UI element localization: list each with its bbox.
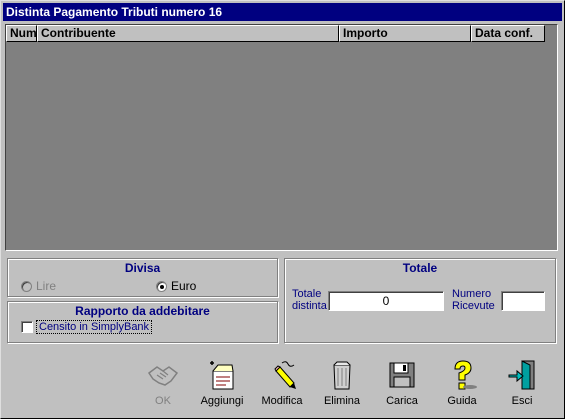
numero-ricevute-label: Numero Ricevute [452, 288, 495, 312]
rapporto-group: Rapporto da addebitare Censito in Simply… [7, 301, 278, 343]
numero-ricevute-label-line1: Numero [452, 288, 492, 300]
grid-header: Num Contribuente Importo Data conf. [6, 25, 545, 42]
ok-button-label: OK [155, 395, 171, 407]
radio-euro-label: Euro [171, 279, 197, 293]
carica-button[interactable]: Carica [375, 357, 429, 413]
carica-button-label: Carica [386, 395, 418, 407]
numero-ricevute-label-line2: Ricevute [452, 300, 495, 312]
handshake-icon [147, 366, 179, 386]
payments-grid[interactable]: Num Contribuente Importo Data conf. [5, 24, 558, 251]
exit-door-icon [508, 360, 535, 390]
main-window: Distinta Pagamento Tributi numero 16 Num… [0, 0, 565, 419]
column-header-data-conf[interactable]: Data conf. [471, 25, 545, 42]
totale-title: Totale [402, 261, 438, 275]
modifica-button-label: Modifica [261, 395, 303, 407]
title-bar: Distinta Pagamento Tributi numero 16 [3, 3, 562, 21]
radio-euro[interactable]: Euro [156, 279, 196, 293]
censito-checkbox-box[interactable] [21, 321, 33, 333]
column-header-num[interactable]: Num [6, 25, 37, 42]
esci-button-label: Esci [511, 395, 533, 407]
column-header-contribuente[interactable]: Contribuente [37, 25, 339, 42]
radio-lire-indicator [21, 280, 32, 292]
guida-button-label: Guida [447, 395, 477, 407]
esci-button[interactable]: Esci [495, 357, 549, 413]
help-question-icon [454, 360, 477, 390]
totale-group: Totale Totale distinta 0 Numero Ricevute [284, 258, 556, 343]
trash-bin-icon [333, 361, 351, 390]
numero-ricevute-field[interactable] [501, 291, 545, 311]
totale-distinta-field[interactable]: 0 [328, 291, 444, 311]
totale-distinta-label-line1: Totale [292, 288, 322, 300]
radio-lire[interactable]: Lire [21, 279, 56, 293]
column-header-importo[interactable]: Importo [339, 25, 471, 42]
rapporto-title: Rapporto da addebitare [75, 304, 210, 318]
censito-checkbox-label: Censito in SimplyBank [35, 320, 153, 334]
radio-lire-label: Lire [36, 279, 57, 293]
aggiungi-button-label: Aggiungi [200, 395, 244, 407]
guida-button[interactable]: Guida [435, 357, 489, 413]
floppy-disk-icon [389, 362, 415, 388]
divisa-group: Divisa Lire Euro [7, 258, 278, 297]
ok-button[interactable]: OK [136, 357, 190, 413]
radio-euro-indicator [156, 280, 167, 292]
totale-distinta-label: Totale distinta [292, 288, 327, 312]
censito-checkbox[interactable]: Censito in SimplyBank [21, 320, 153, 334]
modifica-button[interactable]: Modifica [255, 357, 309, 413]
edit-pencil-icon [274, 361, 296, 389]
elimina-button-label: Elimina [323, 395, 361, 407]
add-document-icon [210, 361, 234, 390]
totale-distinta-label-line2: distinta [292, 300, 327, 312]
aggiungi-button[interactable]: Aggiungi [195, 357, 249, 413]
divisa-title: Divisa [124, 261, 161, 275]
elimina-button[interactable]: Elimina [315, 357, 369, 413]
